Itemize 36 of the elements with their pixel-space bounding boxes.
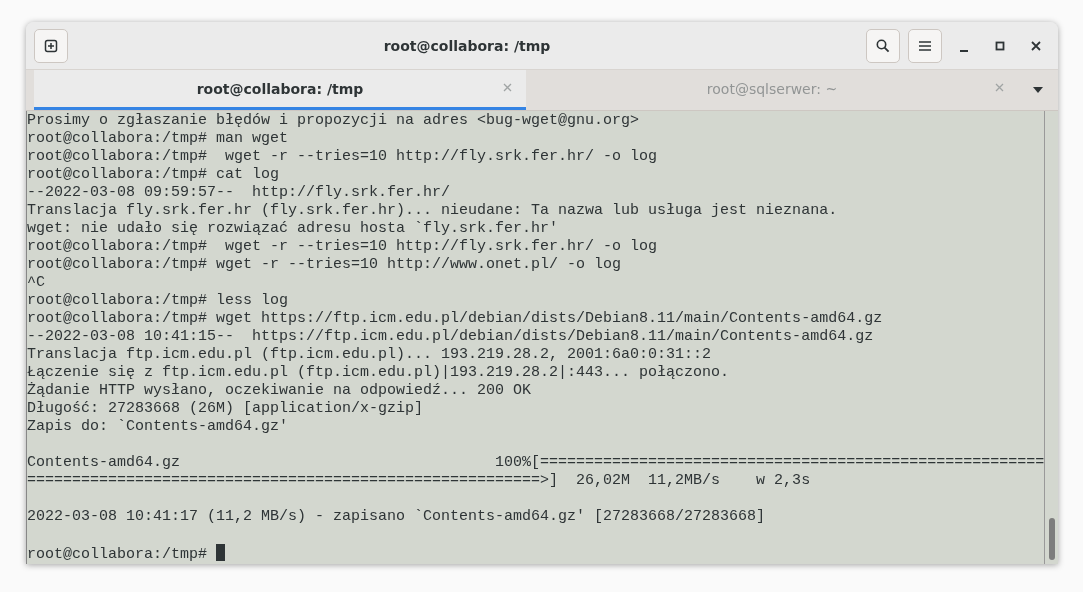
terminal-line: root@collabora:/tmp# wget -r --tries=10 http://fly.srk.fer.hr/ -o log [27,148,659,166]
maximize-icon [995,40,1005,51]
window-title: root@collabora: /tmp [382,37,552,54]
close-icon [1031,40,1041,51]
search-button[interactable] [866,28,900,63]
terminal-line: Żądanie HTTP wysłano, oczekiwanie na odpowiedź... 200 OK [27,382,533,400]
terminal-line: root@collabora:/tmp# wget -r --tries=10 http://fly.srk.fer.hr/ -o log [27,238,659,256]
menu-button[interactable] [908,28,942,63]
terminal-prompt: root@collabora:/tmp# [27,546,209,563]
terminal-line: Translacja ftp.icm.edu.pl (ftp.icm.edu.pl)... 193.219.28.2, 2001:6a0:0:31::2 [27,346,713,364]
terminal-line: --2022-03-08 10:41:15-- https://ftp.icm.edu.pl/debian/dists/Debian8.11/main/Contents-amd64.gz [27,328,875,346]
terminal-line: Długość: 27283668 (26M) [application/x-gzip] [27,400,425,418]
terminal-line: Łączenie się z ftp.icm.edu.pl (ftp.icm.edu.pl)|193.219.28.2|:443... połączono. [27,364,731,382]
new-tab-icon [44,38,58,53]
search-icon [876,38,890,53]
text-cursor [216,544,226,561]
terminal-line: root@collabora:/tmp# cat log [27,166,281,184]
terminal-line: =========================================================>] 26,02M 11,2MB/s w 2,3s [27,472,812,490]
terminal-line: wget: nie udało się rozwiązać adresu hosta `fly.srk.fer.hr' [27,220,560,238]
terminal-line: root@collabora:/tmp# wget -r --tries=10 http://www.onet.pl/ -o log [27,256,623,274]
scrollbar-thumb[interactable] [1048,518,1055,560]
new-tab-button[interactable] [34,28,68,63]
menu-icon [919,40,931,51]
terminal-line: Translacja fly.srk.fer.hr (fly.srk.fer.hr)... nieudane: Ta nazwa lub usługa jest nieznana. [27,202,839,220]
terminal-line: Zapis do: `Contents-amd64.gz' [27,418,290,436]
terminal-line: Prosimy o zgłaszanie błędów i propozycji na adres <bug-wget@gnu.org> [27,112,641,130]
terminal-line: root@collabora:/tmp# wget https://ftp.icm.edu.pl/debian/dists/Debian8.11/main/Contents-amd64.gz [27,310,884,328]
terminal-line: root@collabora:/tmp# man wget [27,130,290,148]
terminal-line: ^C [27,274,46,292]
terminal-line: Contents-amd64.gz 100%[======================================================== [27,454,1045,472]
caret-icon [1033,87,1043,94]
minimize-icon [960,49,968,52]
terminal-tab[interactable]: root@collabora: /tmp [34,70,526,110]
terminal-line: root@collabora:/tmp# less log [27,292,290,310]
terminal-line: 2022-03-08 10:41:17 (11,2 MB/s) - zapisano `Contents-amd64.gz' [27283668/27283668] [27,508,767,526]
terminal-line: --2022-03-08 09:59:57-- http://fly.srk.fer.hr/ [27,184,452,202]
